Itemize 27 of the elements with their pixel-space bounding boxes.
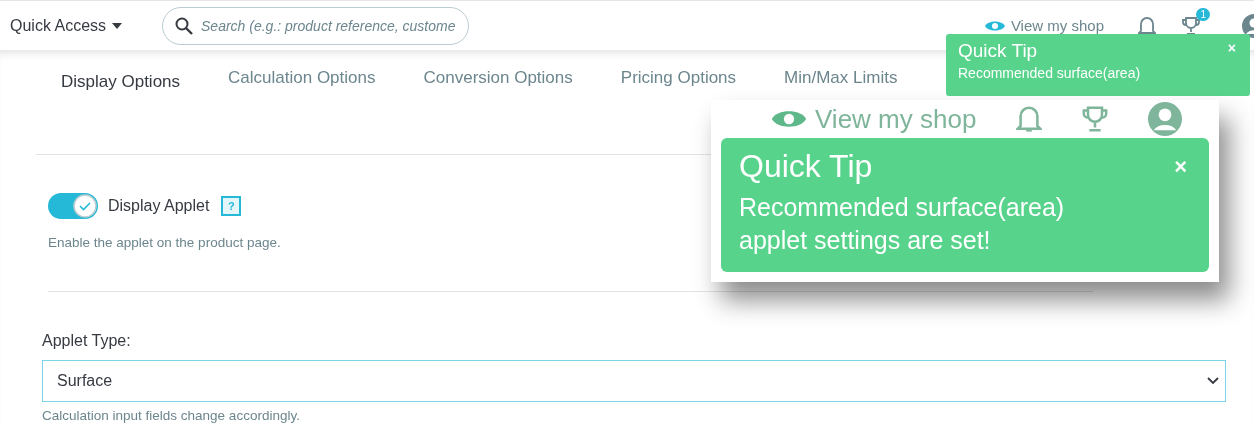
applet-type-label: Applet Type:	[42, 332, 132, 350]
chevron-down-icon	[1207, 377, 1219, 385]
view-shop-link[interactable]: View my shop	[815, 103, 977, 135]
bell-icon	[1016, 105, 1043, 133]
view-shop-link[interactable]: View my shop	[1010, 17, 1104, 34]
tab[interactable]: Conversion Options	[423, 68, 573, 88]
applet-type-select[interactable]: Surface	[42, 360, 1226, 402]
quick-access-menu[interactable]: Quick Access	[10, 16, 123, 35]
toast-title: Quick Tip	[958, 40, 1038, 62]
display-applet-label: Display Applet	[108, 197, 210, 215]
toast-message: Recommended surface(area) applet settings are set!	[739, 192, 1066, 256]
toast-title: Quick Tip	[739, 148, 873, 185]
tab[interactable]: Calculation Options	[228, 68, 376, 88]
tab[interactable]: Pricing Options	[620, 68, 737, 88]
applet-type-hint: Calculation input fields change accordingly.	[42, 408, 301, 423]
tab[interactable]: Display Options	[61, 68, 181, 92]
tab[interactable]: Min/Max Limits	[784, 68, 898, 88]
caret-icon	[112, 22, 123, 29]
help-button[interactable]: ?	[221, 196, 242, 216]
display-applet-description: Enable the applet on the product page.	[48, 235, 281, 250]
search-field[interactable]: Search (e.g.: product reference, custome	[162, 6, 470, 45]
notification-badge: 1	[1196, 7, 1210, 21]
toggle-switch[interactable]	[48, 193, 98, 219]
toast-message: Recommended surface(area)	[958, 65, 1141, 81]
bell-icon[interactable]	[1138, 15, 1156, 36]
trophy-icon	[1082, 105, 1109, 133]
trophy-icon[interactable]	[1182, 15, 1200, 36]
